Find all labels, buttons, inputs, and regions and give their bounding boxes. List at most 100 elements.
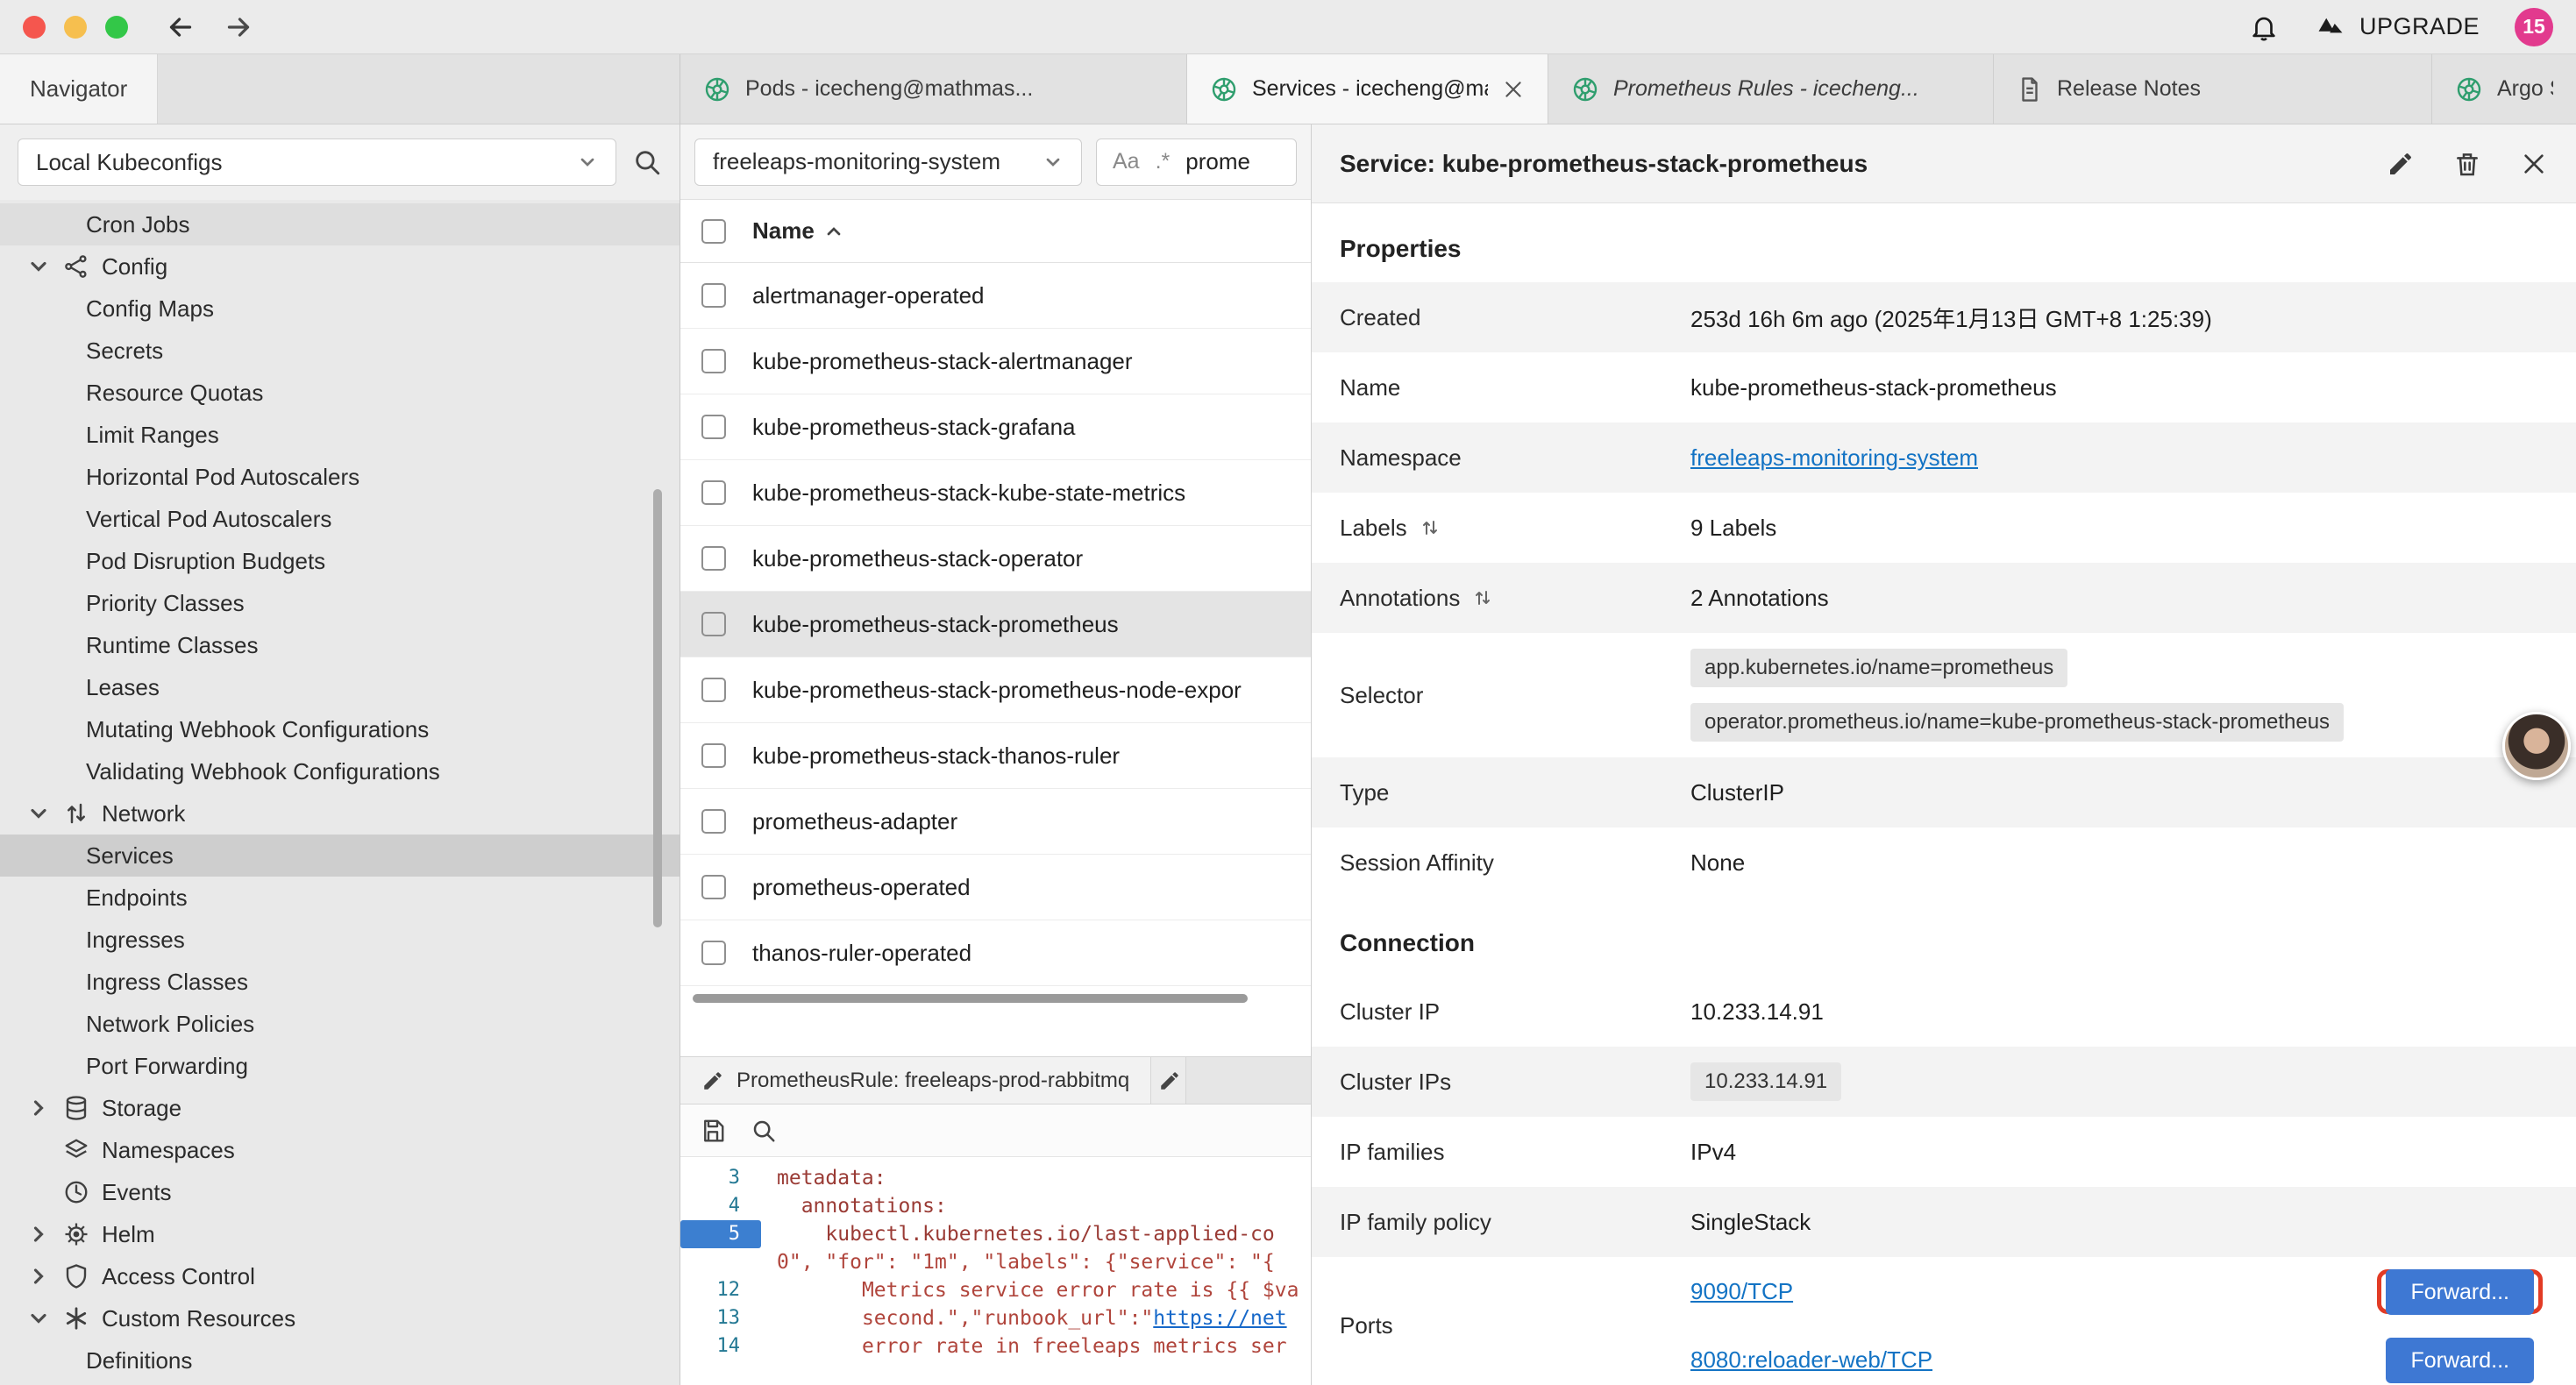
table-row-kube-prometheus-stack-kube-state-metrics[interactable]: kube-prometheus-stack-kube-state-metrics <box>680 460 1311 526</box>
scrollbar-thumb[interactable] <box>693 994 1248 1003</box>
chevron-down-icon[interactable] <box>26 254 51 279</box>
chevron-down-icon[interactable] <box>26 1306 51 1331</box>
editor-search-icon[interactable] <box>751 1118 777 1144</box>
namespace-filter[interactable]: freeleaps-monitoring-system <box>694 138 1082 186</box>
table-row-kube-prometheus-stack-operator[interactable]: kube-prometheus-stack-operator <box>680 526 1311 592</box>
tab-argo-se[interactable]: Argo Se <box>2432 54 2576 124</box>
tab-release-notes[interactable]: Release Notes <box>1994 54 2432 124</box>
sidebar-item-namespaces[interactable]: Namespaces <box>0 1129 680 1171</box>
name-column-header[interactable]: Name <box>752 217 815 245</box>
sidebar-item-storage[interactable]: Storage <box>0 1087 680 1129</box>
zoom-window-button[interactable] <box>105 16 128 39</box>
editor-dock-tab-partial[interactable] <box>1151 1057 1186 1104</box>
row-checkbox[interactable] <box>701 875 726 899</box>
sidebar-item-access-control[interactable]: Access Control <box>0 1255 680 1297</box>
close-panel-icon[interactable] <box>2520 150 2548 178</box>
row-checkbox[interactable] <box>701 546 726 571</box>
table-row-thanos-ruler-operated[interactable]: thanos-ruler-operated <box>680 920 1311 986</box>
sidebar-item-mutating-webhook-configurations[interactable]: Mutating Webhook Configurations <box>0 708 680 750</box>
row-checkbox[interactable] <box>701 283 726 308</box>
edit-resource-icon[interactable] <box>2387 150 2415 178</box>
table-row-kube-prometheus-stack-grafana[interactable]: kube-prometheus-stack-grafana <box>680 394 1311 460</box>
sidebar-item-services[interactable]: Services <box>0 835 680 877</box>
match-case-toggle[interactable]: Aa <box>1113 149 1140 174</box>
close-tab-icon[interactable] <box>1502 78 1525 101</box>
sidebar-item-vertical-pod-autoscalers[interactable]: Vertical Pod Autoscalers <box>0 498 680 540</box>
kubeconfig-selector[interactable]: Local Kubeconfigs <box>18 138 616 186</box>
table-row-alertmanager-operated[interactable]: alertmanager-operated <box>680 263 1311 329</box>
sidebar-item-network-policies[interactable]: Network Policies <box>0 1003 680 1045</box>
line-content: kubectl.kubernetes.io/last-applied-co <box>761 1220 1275 1248</box>
sidebar-item-horizontal-pod-autoscalers[interactable]: Horizontal Pod Autoscalers <box>0 456 680 498</box>
row-checkbox[interactable] <box>701 349 726 373</box>
list-search-input[interactable]: Aa .* prome <box>1096 138 1297 186</box>
yaml-url-link[interactable]: https://net <box>1153 1307 1286 1330</box>
yaml-editor[interactable]: 3metadata:4 annotations:5 kubectl.kubern… <box>680 1157 1311 1385</box>
minimize-window-button[interactable] <box>64 16 87 39</box>
notifications-bell-icon[interactable] <box>2249 12 2279 42</box>
sidebar-item-runtime-classes[interactable]: Runtime Classes <box>0 624 680 666</box>
chevron-right-icon[interactable] <box>26 1096 51 1120</box>
row-checkbox[interactable] <box>701 809 726 834</box>
port-link[interactable]: 8080:reloader-web/TCP <box>1690 1346 1932 1374</box>
sidebar-item-pod-disruption-budgets[interactable]: Pod Disruption Budgets <box>0 540 680 582</box>
sidebar-item-port-forwarding[interactable]: Port Forwarding <box>0 1045 680 1087</box>
forward-button[interactable]: Forward... <box>2386 1338 2534 1383</box>
row-checkbox[interactable] <box>701 480 726 505</box>
delete-resource-icon[interactable] <box>2453 150 2481 178</box>
sidebar-item-definitions[interactable]: Definitions <box>0 1339 680 1381</box>
sidebar-item-limit-ranges[interactable]: Limit Ranges <box>0 414 680 456</box>
sidebar-item-ingress-classes[interactable]: Ingress Classes <box>0 961 680 1003</box>
save-icon[interactable] <box>700 1118 726 1144</box>
tab-services-icecheng-math[interactable]: Services - icecheng@math... <box>1187 54 1548 124</box>
sort-toggle-icon[interactable] <box>1420 517 1441 538</box>
row-checkbox[interactable] <box>701 612 726 636</box>
table-row-prometheus-operated[interactable]: prometheus-operated <box>680 855 1311 920</box>
close-window-button[interactable] <box>23 16 46 39</box>
sidebar-scrollbar[interactable] <box>653 489 662 927</box>
sidebar-item-config[interactable]: Config <box>0 245 680 288</box>
regex-toggle[interactable]: .* <box>1156 149 1171 174</box>
assistant-avatar[interactable] <box>2502 712 2571 780</box>
table-row-kube-prometheus-stack-thanos-ruler[interactable]: kube-prometheus-stack-thanos-ruler <box>680 723 1311 789</box>
upgrade-button[interactable]: UPGRADE <box>2314 11 2480 44</box>
back-icon[interactable] <box>165 11 196 43</box>
sidebar-item-secrets[interactable]: Secrets <box>0 330 680 372</box>
forward-button[interactable]: Forward... <box>2386 1269 2534 1315</box>
sidebar-item-resource-quotas[interactable]: Resource Quotas <box>0 372 680 414</box>
sort-toggle-icon[interactable] <box>1472 587 1493 608</box>
sidebar-item-validating-webhook-configurations[interactable]: Validating Webhook Configurations <box>0 750 680 792</box>
sidebar-item-custom-resources[interactable]: Custom Resources <box>0 1297 680 1339</box>
sidebar-item-endpoints[interactable]: Endpoints <box>0 877 680 919</box>
sidebar-item-priority-classes[interactable]: Priority Classes <box>0 582 680 624</box>
sidebar-item-helm[interactable]: Helm <box>0 1213 680 1255</box>
sidebar-item-cron-jobs[interactable]: Cron Jobs <box>0 203 680 245</box>
sidebar-item-events[interactable]: Events <box>0 1171 680 1213</box>
table-row-kube-prometheus-stack-prometheus[interactable]: kube-prometheus-stack-prometheus <box>680 592 1311 657</box>
table-row-prometheus-adapter[interactable]: prometheus-adapter <box>680 789 1311 855</box>
table-row-kube-prometheus-stack-alertmanager[interactable]: kube-prometheus-stack-alertmanager <box>680 329 1311 394</box>
chevron-right-icon[interactable] <box>26 1264 51 1289</box>
forward-icon[interactable] <box>223 11 254 43</box>
row-checkbox[interactable] <box>701 415 726 439</box>
chevron-down-icon[interactable] <box>26 801 51 826</box>
chevron-right-icon[interactable] <box>26 1222 51 1246</box>
row-checkbox[interactable] <box>701 743 726 768</box>
row-checkbox[interactable] <box>701 941 726 965</box>
table-row-kube-prometheus-stack-prometheus-node-expor[interactable]: kube-prometheus-stack-prometheus-node-ex… <box>680 657 1311 723</box>
tab-pods-icecheng-mathmas[interactable]: Pods - icecheng@mathmas... <box>680 54 1187 124</box>
row-checkbox[interactable] <box>701 678 726 702</box>
sidebar-item-leases[interactable]: Leases <box>0 666 680 708</box>
table-horizontal-scrollbar[interactable] <box>680 986 1311 1011</box>
sidebar-item-config-maps[interactable]: Config Maps <box>0 288 680 330</box>
port-link[interactable]: 9090/TCP <box>1690 1278 1793 1305</box>
sidebar-item-network[interactable]: Network <box>0 792 680 835</box>
navigator-search-icon[interactable] <box>632 147 662 177</box>
detail-label: Namespace <box>1340 444 1690 472</box>
notification-count-badge[interactable]: 15 <box>2515 8 2553 46</box>
tab-prometheus-rules-icecheng[interactable]: Prometheus Rules - icecheng... <box>1548 54 1994 124</box>
sidebar-item-ingresses[interactable]: Ingresses <box>0 919 680 961</box>
select-all-checkbox[interactable] <box>701 219 726 244</box>
namespace-link[interactable]: freeleaps-monitoring-system <box>1690 444 1978 472</box>
editor-dock-tab[interactable]: PrometheusRule: freeleaps-prod-rabbitmq <box>680 1057 1151 1104</box>
